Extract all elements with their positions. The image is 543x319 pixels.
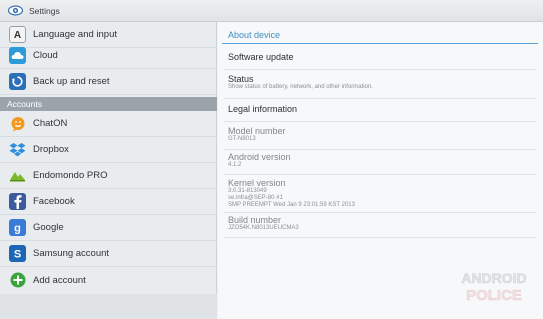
endomondo-icon	[9, 167, 26, 184]
section-header-label: Accounts	[7, 99, 42, 109]
add-icon	[9, 272, 26, 289]
sidebar-item-dropbox[interactable]: Dropbox	[0, 137, 217, 163]
app-title: Settings	[29, 5, 60, 16]
svg-text:g: g	[14, 223, 21, 235]
sidebar-item-label: Add account	[33, 274, 86, 286]
google-icon: g	[9, 219, 26, 236]
backup-reset-icon	[9, 73, 26, 90]
settings-eye-icon[interactable]	[8, 3, 23, 18]
item-title: Android version	[228, 152, 291, 162]
item-value: se.infra@SEP-80 #1	[228, 195, 283, 201]
samsung-account-icon: S	[9, 245, 26, 262]
item-value: 4.1.2	[228, 162, 242, 168]
sidebar-item-google[interactable]: g Google	[0, 215, 217, 241]
sidebar-item-label: Google	[33, 222, 64, 233]
sidebar-item-label: Language and input	[33, 29, 117, 40]
cloud-icon	[9, 47, 26, 64]
divider	[224, 69, 536, 70]
item-software-update[interactable]: Software update	[228, 52, 538, 62]
title-bar: Settings	[0, 0, 543, 22]
sidebar-item-back-up-and-reset[interactable]: Back up and reset	[0, 69, 217, 95]
item-title: Software update	[228, 52, 294, 62]
sidebar-bottom-strip	[0, 294, 217, 319]
item-kernel-version: Kernel version 3.0.31-813049 se.infra@SE…	[228, 178, 538, 209]
item-title: Kernel version	[228, 178, 286, 188]
watermark-line-2: POLICE	[466, 287, 522, 304]
item-android-version: Android version 4.1.2	[228, 152, 538, 169]
sidebar-item-label: Dropbox	[33, 144, 69, 155]
divider	[224, 121, 536, 122]
item-model-number: Model number GT-N8013	[228, 126, 538, 143]
item-status[interactable]: Status Show status of battery, network, …	[228, 74, 538, 91]
keyboard-a-icon: A	[9, 26, 26, 43]
item-value: SMP PREEMPT Wed Jan 9 23:01:59 KST 2013	[228, 202, 355, 208]
item-value: JZO54K.N8013UEUCMA3	[228, 225, 299, 231]
header-underline	[222, 43, 538, 44]
item-value: GT-N8013	[228, 136, 256, 142]
sidebar-item-label: Cloud	[33, 50, 58, 61]
watermark-line-1: ANDROID	[461, 270, 526, 286]
panel-header: About device	[228, 30, 281, 40]
sidebar-item-add-account[interactable]: Add account	[0, 267, 217, 293]
sidebar-item-cloud[interactable]: Cloud	[0, 43, 217, 69]
sidebar-item-label: Facebook	[33, 196, 75, 207]
item-title: Status	[228, 74, 254, 84]
sidebar-item-label: Samsung account	[33, 248, 110, 259]
item-summary: Show status of battery, network, and oth…	[228, 84, 373, 90]
sidebar-item-chaton[interactable]: ChatON	[0, 111, 217, 137]
item-title: Legal information	[228, 104, 298, 114]
item-title: Build number	[228, 215, 282, 225]
sidebar-item-samsung-account[interactable]: S Samsung account	[0, 241, 217, 267]
sidebar-item-label: Back up and reset	[33, 76, 110, 87]
item-title: Model number	[228, 126, 286, 136]
sidebar-item-label: ChatON	[33, 118, 68, 129]
item-legal-information[interactable]: Legal information	[228, 104, 538, 114]
chaton-icon	[9, 115, 26, 132]
svg-text:A: A	[14, 30, 21, 41]
sidebar-item-label: Endomondo PRO	[33, 170, 108, 181]
divider	[224, 212, 536, 213]
divider	[224, 174, 536, 175]
divider	[224, 98, 536, 99]
sidebar-item-endomondo-pro[interactable]: Endomondo PRO	[0, 163, 217, 189]
settings-sidebar: A Language and input Cloud Back up and r…	[0, 22, 217, 319]
divider	[224, 237, 536, 238]
svg-text:S: S	[14, 249, 21, 261]
dropbox-icon	[9, 141, 26, 158]
item-value: 3.0.31-813049	[228, 188, 267, 194]
facebook-icon	[9, 193, 26, 210]
item-build-number: Build number JZO54K.N8013UEUCMA3	[228, 215, 538, 232]
android-police-watermark: ANDROID POLICE	[461, 270, 527, 304]
divider	[224, 149, 536, 150]
section-header-accounts: Accounts	[0, 97, 217, 111]
sidebar-item-facebook[interactable]: Facebook	[0, 189, 217, 215]
